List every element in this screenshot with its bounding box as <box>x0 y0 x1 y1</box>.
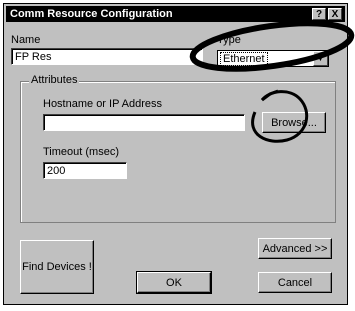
title-buttons: ? X <box>312 8 342 20</box>
timeout-input[interactable] <box>43 162 127 179</box>
advanced-button[interactable]: Advanced >> <box>258 238 332 259</box>
type-label: Type <box>217 34 241 46</box>
name-input[interactable] <box>11 48 203 65</box>
type-selected-value: Ethernet <box>220 52 268 66</box>
dropdown-arrow-icon[interactable]: ▼ <box>313 51 328 66</box>
window-title: Comm Resource Configuration <box>10 8 173 20</box>
comm-resource-dialog: Comm Resource Configuration ? X Name Typ… <box>3 3 348 305</box>
type-select[interactable]: Ethernet ▼ <box>217 50 329 67</box>
hostname-input[interactable] <box>43 114 245 131</box>
browse-button[interactable]: Browse... <box>262 112 326 133</box>
attributes-group-label: Attributes <box>29 74 80 86</box>
cancel-button[interactable]: Cancel <box>258 272 332 293</box>
name-label: Name <box>11 34 41 46</box>
title-bar[interactable]: Comm Resource Configuration ? X <box>6 6 345 22</box>
close-icon[interactable]: X <box>328 8 342 20</box>
find-devices-button[interactable]: Find Devices ! <box>20 240 94 294</box>
ok-button[interactable]: OK <box>136 271 212 294</box>
timeout-label: Timeout (msec) <box>43 146 119 158</box>
help-icon[interactable]: ? <box>312 8 326 20</box>
hostname-label: Hostname or IP Address <box>43 98 163 110</box>
